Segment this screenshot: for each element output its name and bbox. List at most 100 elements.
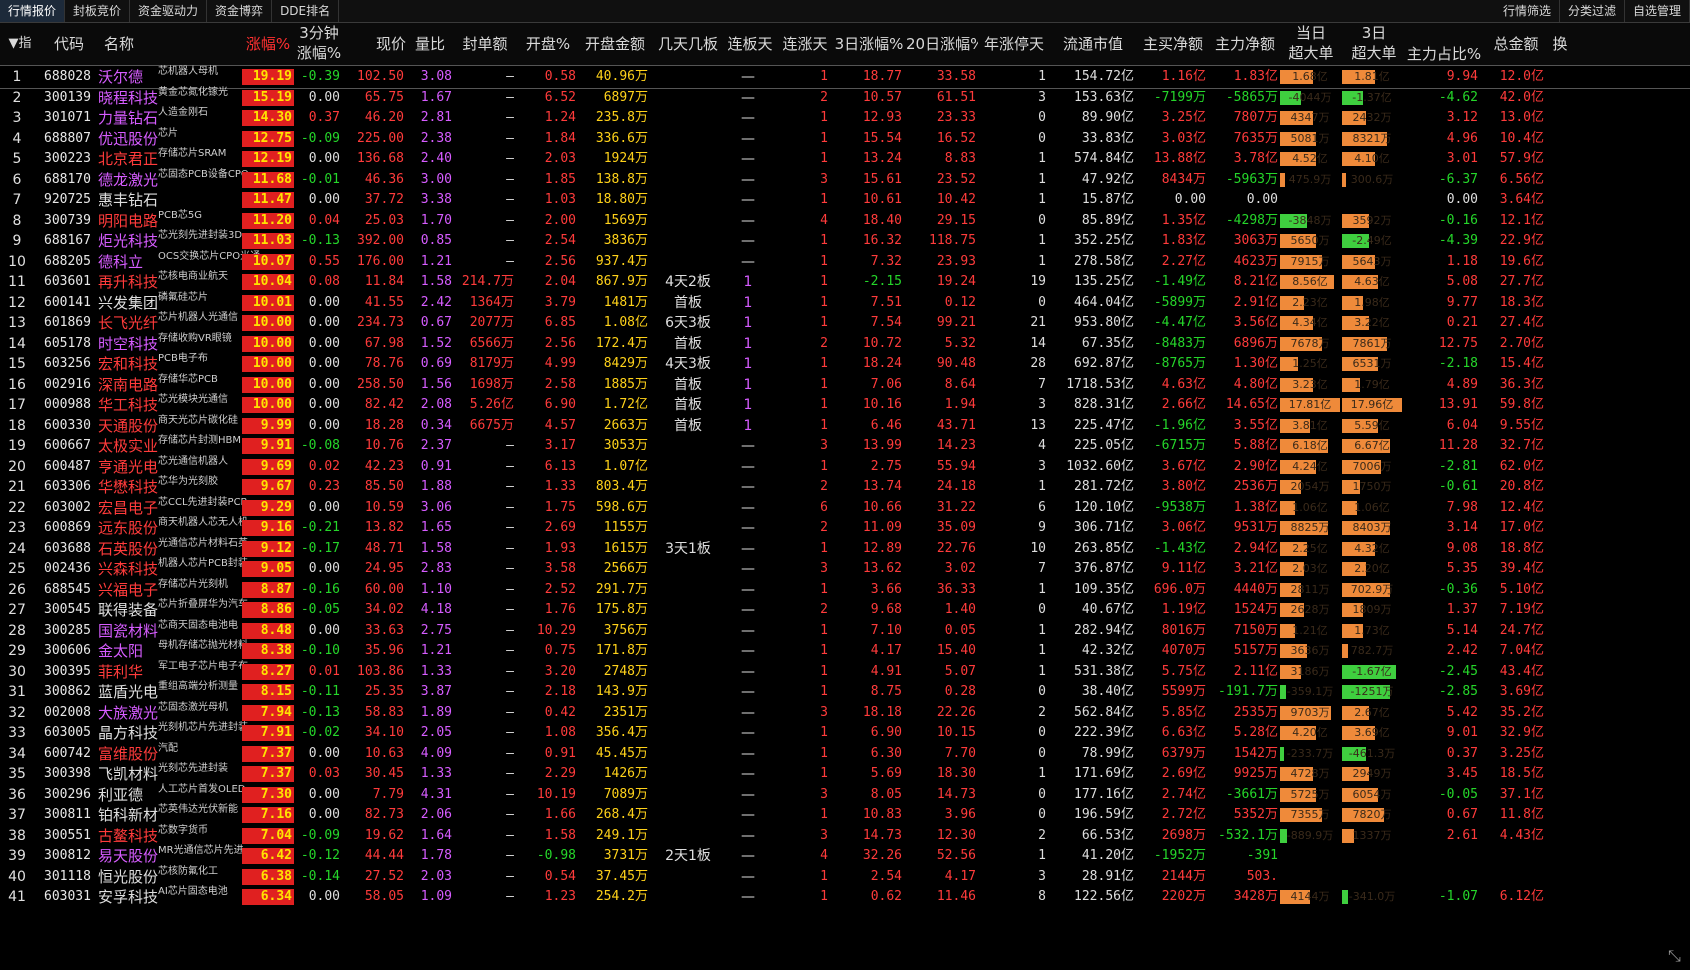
table-row[interactable]: 19 600667 太极实业 存储芯片封测HBM 9.91 -0.08 10.76 2.37—…: [0, 435, 1690, 457]
table-row[interactable]: 7 920725 惠丰钻石 11.47 0.00 37.72 3.38 — 1.03 18.80万…: [0, 189, 1690, 211]
table-row[interactable]: 10 688205 德科立 OCS交换芯片CPO光通 10.07 0.55 176.00 1.…: [0, 251, 1690, 273]
header-board-days[interactable]: 几天几板: [652, 23, 724, 65]
open-amount: 172.4万: [595, 335, 648, 351]
header-volume-ratio[interactable]: 量比: [408, 23, 452, 65]
volume-ratio: 1.88: [420, 479, 452, 494]
header-pct-change[interactable]: 涨幅%: [242, 23, 294, 65]
header-turnover[interactable]: 换: [1550, 23, 1570, 65]
table-row[interactable]: 16 002916 深南电路 存储华芯PCB 10.00 0.00 258.50 1.56 16…: [0, 374, 1690, 396]
table-row[interactable]: 13 601869 长飞光纤 芯片机器人光通信 10.00 0.00 234.73 0.67 2…: [0, 312, 1690, 334]
table-row[interactable]: 30 300395 菲利华 军工电子芯片电子布 8.27 0.01 103.86 1.33—3…: [0, 661, 1690, 683]
main-buy-net: -7199万: [1153, 89, 1206, 105]
category-filter-button[interactable]: 分类过滤: [1560, 0, 1625, 22]
header-today-xl[interactable]: 当日 超大单: [1280, 23, 1342, 65]
table-row[interactable]: 20 600487 亨通光电 芯光通信机器人 9.69 0.02 42.23 0.91—6.1…: [0, 456, 1690, 478]
header-open-amount[interactable]: 开盘金额: [580, 23, 650, 65]
open-amount: 171.8万: [595, 643, 648, 658]
price: 60.00: [364, 581, 404, 597]
tab-capital-drive[interactable]: 资金驱动力: [130, 0, 208, 22]
table-row[interactable]: 8 300739 明阳电路 PCB芯5G 11.20 0.04 25.03 1.70—2.00…: [0, 210, 1690, 232]
main-buy-net: 5.75亿: [1161, 663, 1206, 679]
header-consecutive-up[interactable]: 连涨天: [778, 23, 832, 65]
twenty-day-change: 5.32: [944, 335, 976, 351]
main-force-net: 5157万: [1233, 643, 1278, 658]
header-seal-amount[interactable]: 封单额: [454, 23, 516, 65]
table-row[interactable]: 41 603031 安孚科技 AI芯片固态电池 6.34 0.00 58.05 1.09—1.…: [0, 886, 1690, 908]
tab-capital-game[interactable]: 资金博弈: [207, 0, 273, 22]
table-row[interactable]: 12 600141 兴发集团 磷氟硅芯片 10.01 0.00 41.55 2.42 1364万…: [0, 292, 1690, 314]
header-index[interactable]: ▼指: [0, 23, 40, 65]
stock-code: 603005: [44, 725, 91, 740]
header-code[interactable]: 代码: [40, 23, 98, 65]
three-min-change: 0.00: [308, 356, 340, 371]
header-open-pct[interactable]: 开盘%: [518, 23, 578, 65]
table-row[interactable]: 23 600869 远东股份 商天机器人芯无人机 9.16 -0.21 13.82 1.65—…: [0, 517, 1690, 539]
consecutive-limit: —: [741, 89, 755, 106]
tab-dde-rank[interactable]: DDE排名: [272, 0, 340, 22]
header-year-limit-days[interactable]: 年涨停天: [980, 23, 1048, 65]
header-main-buy-net[interactable]: 主买净额: [1138, 23, 1208, 65]
table-row[interactable]: 32 002008 大族激光 芯固态激光母机 7.94 -0.13 58.83 1.89—0.…: [0, 702, 1690, 724]
table-row[interactable]: 18 600330 天通股份 商天光芯片碳化硅 9.99 0.00 18.28 0.34 667…: [0, 415, 1690, 437]
pct-change: 8.48: [260, 622, 292, 638]
header-price[interactable]: 现价: [342, 23, 406, 65]
table-row[interactable]: 33 603005 晶方科技 光刻机芯片先进封装 7.91 -0.02 34.10 2.05—…: [0, 722, 1690, 744]
table-row[interactable]: 25 002436 兴森科技 机器人芯片PCB封装 9.05 0.00 24.95 2.83—…: [0, 558, 1690, 580]
header-3min-change[interactable]: 3分钟 涨幅%: [296, 23, 342, 65]
quote-filter-button[interactable]: 行情筛选: [1495, 0, 1560, 22]
header-main-force-net[interactable]: 主力净额: [1210, 23, 1280, 65]
consecutive-limit: —: [741, 766, 755, 782]
price: 10.76: [364, 438, 404, 453]
table-row[interactable]: 26 688545 兴福电子 存储芯片光刻机 8.87 -0.16 60.00 1.10—2.…: [0, 579, 1690, 601]
watchlist-manage-button[interactable]: 自选管理: [1625, 0, 1690, 22]
table-row[interactable]: 28 300285 国瓷材料 芯商天固态电池电 8.48 0.00 33.63 2.75—10…: [0, 620, 1690, 642]
table-row[interactable]: 29 300606 金太阳 母机存储芯抛光材料 8.38 -0.10 35.96 1.21—0…: [0, 640, 1690, 662]
tab-quotes[interactable]: 行情报价: [0, 0, 66, 22]
seal-amount: —: [506, 192, 514, 207]
three-day-change: 6.90: [870, 725, 902, 740]
header-float-mcap[interactable]: 流通市值: [1050, 23, 1136, 65]
table-row[interactable]: 15 603256 宏和科技 PCB电子布 10.00 0.00 78.76 0.69 8179…: [0, 353, 1690, 375]
table-row[interactable]: 24 603688 石英股份 光通信芯片材料石英 9.12 -0.17 48.71 1.58—…: [0, 538, 1690, 560]
table-row[interactable]: 5 300223 北京君正 存储芯片SRAM 12.19 0.00 136.68 2.40—2…: [0, 148, 1690, 170]
table-row[interactable]: 1 688028 沃尔德 芯机器人母机 19.19 -0.39 102.50 3.08—0.5…: [0, 65, 1690, 89]
table-row[interactable]: 35 300398 飞凯材料 光刻芯先进封装 7.37 0.03 30.45 1.33—2.2…: [0, 763, 1690, 785]
consecutive-up: 4: [820, 848, 828, 863]
table-row[interactable]: 21 603306 华懋科技 芯华为光刻胶 9.67 0.23 85.50 1.88—1.33…: [0, 476, 1690, 498]
three-day-change: 0.62: [870, 889, 902, 904]
table-row[interactable]: 36 300296 利亚德 人工芯片首发OLED 7.30 0.00 7.79 4.31—10…: [0, 784, 1690, 806]
table-row[interactable]: 31 300862 蓝盾光电 重组高端分析测量 8.15 -0.11 25.35 3.87—2…: [0, 681, 1690, 703]
header-main-ratio[interactable]: 主力占比%: [1406, 23, 1482, 65]
board-days: [652, 722, 724, 744]
header-3day-change[interactable]: 3日涨幅%: [834, 23, 904, 65]
table-row[interactable]: 37 300811 铂科新材 芯英伟达光伏新能 7.16 0.00 82.73 2.06—1.…: [0, 804, 1690, 826]
stock-code: 600487: [44, 458, 91, 474]
table-row[interactable]: 17 000988 华工科技 芯光模块光通信 10.00 0.00 82.42 2.08 5.2…: [0, 394, 1690, 416]
table-row[interactable]: 3 301071 力量钻石 人造金刚石 14.30 0.37 46.20 2.81—1.24 2…: [0, 107, 1690, 129]
consecutive-limit: —: [741, 540, 755, 557]
table-row[interactable]: 39 300812 易天股份 MR光通信芯片先进 6.42 -0.12 44.44 1.78—…: [0, 845, 1690, 867]
table-row[interactable]: 9 688167 炬光科技 芯光刻先进封装3D 11.03 -0.13 392.00 0.85…: [0, 230, 1690, 252]
board-days: [652, 558, 724, 580]
header-3day-xl[interactable]: 3日 超大单: [1342, 23, 1406, 65]
table-row[interactable]: 38 300551 古鳌科技 芯数字货币 7.04 -0.09 19.62 1.64—1.58…: [0, 825, 1690, 847]
header-total-amount[interactable]: 总金额: [1486, 23, 1546, 65]
header-consecutive-limit[interactable]: 连板天: [724, 23, 776, 65]
table-row[interactable]: 6 688170 德龙激光 芯固态PCB设备CPO 11.68 -0.01 46.36 3.0…: [0, 169, 1690, 191]
table-row[interactable]: 14 605178 时空科技 存储收购VR眼镜 10.00 0.00 67.98 1.52 65…: [0, 333, 1690, 355]
concept-tag: 芯核电商业航天: [158, 271, 228, 282]
three-day-xl-value: 1.98亿: [1354, 295, 1390, 309]
table-row[interactable]: 34 600742 富维股份 汽配 7.37 0.00 10.63 4.09—0.91 45.4…: [0, 743, 1690, 765]
open-amount: 1426万: [603, 766, 648, 781]
table-row[interactable]: 4 688807 优迅股份 芯片 12.75 -0.09 225.00 2.38—1.84 33…: [0, 128, 1690, 150]
table-row[interactable]: 2 300139 晓程科技 黄金芯氮化镓光 15.19 0.00 65.75 1.67—6.5…: [0, 87, 1690, 109]
table-row[interactable]: 40 301118 恒光股份 芯核防氟化工 6.38 -0.14 27.52 2.03—0.5…: [0, 866, 1690, 888]
header-20day-change[interactable]: 20日涨幅%: [906, 23, 978, 65]
table-row[interactable]: 11 603601 再升科技 芯核电商业航天 10.04 0.08 11.84 1.58 214…: [0, 271, 1690, 293]
resize-handle-icon[interactable]: ⤡: [1668, 946, 1686, 965]
header-name[interactable]: 名称: [98, 23, 244, 65]
tab-auction[interactable]: 封板竞价: [65, 0, 131, 22]
consecutive-up: 1: [820, 684, 828, 699]
table-row[interactable]: 22 603002 宏昌电子 芯CCL先进封装PCB 9.29 0.00 10.59 3.06…: [0, 497, 1690, 519]
table-row[interactable]: 27 300545 联得装备 芯片折叠屏华为汽车 8.86 -0.05 34.02 4.18—…: [0, 599, 1690, 621]
